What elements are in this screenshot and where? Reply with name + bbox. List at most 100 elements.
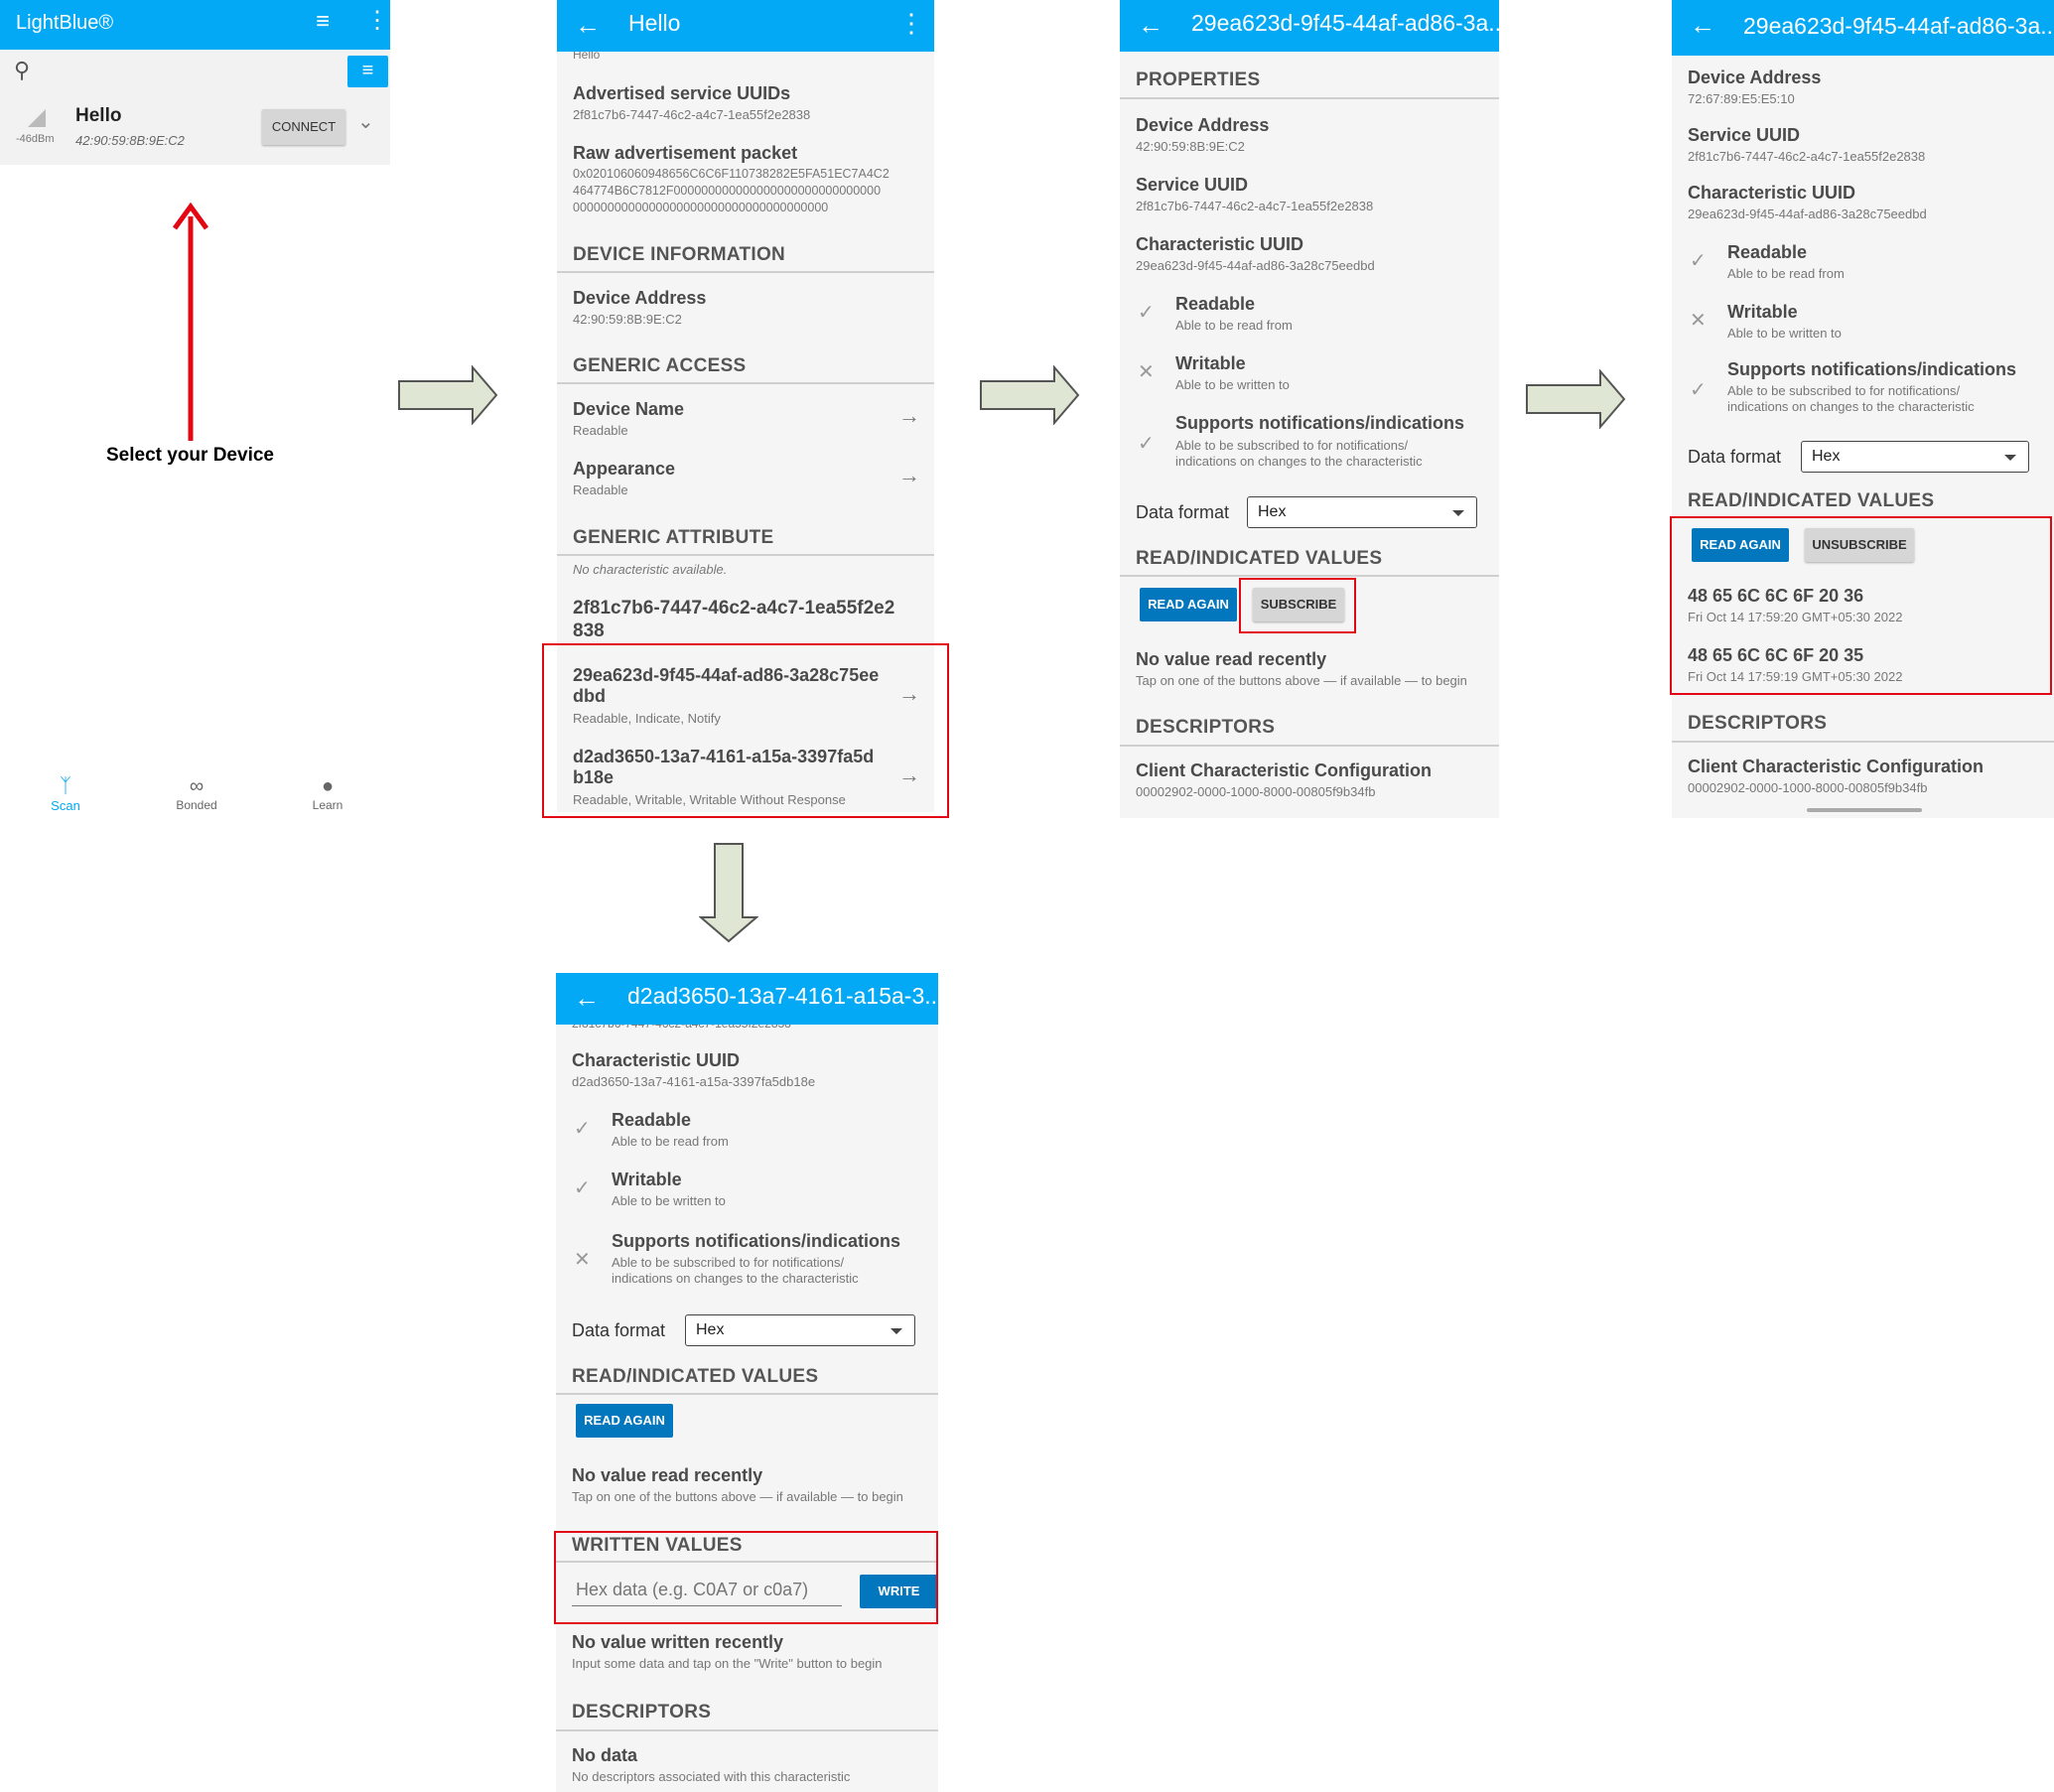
device-address-value: 42:90:59:8B:9E:C2 xyxy=(573,312,682,327)
characteristic-screen-3: 2f81c7b6-7447-46c2-a4c7-1ea55f2e2838 ← d… xyxy=(556,973,938,1792)
back-arrow-icon[interactable]: ← xyxy=(575,10,601,41)
search-icon[interactable]: ⚲ xyxy=(14,58,30,83)
device-address-value: 42:90:59:8B:9E:C2 xyxy=(1136,139,1245,154)
section-descriptors: DESCRIPTORS xyxy=(572,1702,712,1723)
back-arrow-icon[interactable]: ← xyxy=(574,983,600,1014)
flow-arrow-1 xyxy=(398,365,498,425)
characteristic-screen-2: ← 29ea623d-9f45-44af-ad86-3a... Device A… xyxy=(1672,0,2054,818)
readable-sub: Able to be read from xyxy=(612,1134,729,1149)
screen-title: d2ad3650-13a7-4161-a15a-3... xyxy=(627,983,938,1009)
highlight-characteristics xyxy=(542,643,949,818)
notifications-sub-1: Able to be subscribed to for notificatio… xyxy=(612,1255,845,1270)
writable-sub: Able to be written to xyxy=(1175,377,1290,392)
cccd-value: 00002902-0000-1000-8000-00805f9b34fb xyxy=(1136,784,1376,799)
back-arrow-icon[interactable]: ← xyxy=(1138,10,1164,41)
no-data-label: No data xyxy=(572,1745,638,1765)
no-written-label: No value written recently xyxy=(572,1632,784,1652)
data-format-value: Hex xyxy=(1258,503,1287,520)
writable-label: Writable xyxy=(612,1170,682,1189)
characteristic-screen-1: ← 29ea623d-9f45-44af-ad86-3a... PROPERTI… xyxy=(1120,0,1499,818)
nav-bonded[interactable]: ∞ Bonded xyxy=(167,775,226,812)
chevron-down-icon[interactable]: ⌄ xyxy=(357,109,374,134)
section-generic-attribute: GENERIC ATTRIBUTE xyxy=(573,527,774,548)
divider xyxy=(1120,745,1499,747)
data-format-select[interactable]: Hex xyxy=(685,1314,915,1346)
cross-icon: ✕ xyxy=(1690,310,1707,332)
section-generic-access: GENERIC ACCESS xyxy=(573,355,747,376)
appearance-row[interactable]: Appearance Readable → xyxy=(557,455,934,510)
writable-label: Writable xyxy=(1175,353,1246,373)
check-icon: ✓ xyxy=(1138,302,1155,324)
data-format-select[interactable]: Hex xyxy=(1247,496,1477,528)
check-icon: ✓ xyxy=(1690,379,1707,401)
more-icon[interactable]: ⋮ xyxy=(898,8,924,39)
app-bar: ← 29ea623d-9f45-44af-ad86-3a... xyxy=(1672,0,2054,56)
data-format-label: Data format xyxy=(1136,502,1230,522)
readable-sub: Able to be read from xyxy=(1175,318,1293,333)
service-uuid-line-2: 838 xyxy=(573,620,605,641)
no-characteristic-text: No characteristic available. xyxy=(573,562,728,577)
section-read-values: READ/INDICATED VALUES xyxy=(572,1366,819,1387)
notifications-sub-1: Able to be subscribed to for notificatio… xyxy=(1727,383,1961,398)
writable-label: Writable xyxy=(1727,302,1798,322)
appearance-sub: Readable xyxy=(573,482,628,497)
app-bar: ← d2ad3650-13a7-4161-a15a-3... xyxy=(556,973,938,1025)
sort-icon[interactable]: ≡ xyxy=(316,8,330,36)
device-name-row[interactable]: Device Name Readable → xyxy=(557,395,934,451)
device-rssi: -46dBm xyxy=(16,133,55,145)
raw-packet-line-1: 0x020106060948656C6C6F110738282E5FA51EC7… xyxy=(573,167,890,181)
divider xyxy=(1120,575,1499,577)
device-name: Hello xyxy=(75,105,122,126)
highlight-subscribe xyxy=(1239,578,1356,633)
device-name-label: Device Name xyxy=(573,399,685,419)
scroll-indicator xyxy=(1807,808,1922,812)
device-mac: 42:90:59:8B:9E:C2 xyxy=(75,133,185,148)
instruction-text: Select your Device xyxy=(106,445,274,466)
more-icon[interactable]: ⋮ xyxy=(365,6,389,35)
dropdown-caret-icon xyxy=(2004,455,2016,461)
pointer-arrow xyxy=(172,202,209,441)
filter-button[interactable]: ≡ xyxy=(347,56,388,87)
bottom-nav: ᛉ Scan ∞ Bonded ● Learn xyxy=(0,769,390,824)
bluetooth-icon: ᛉ xyxy=(60,775,71,797)
no-value-sub: Tap on one of the buttons above — if ava… xyxy=(572,1489,903,1504)
flow-arrow-3 xyxy=(1526,369,1626,429)
service-uuid-value: 2f81c7b6-7447-46c2-a4c7-1ea55f2e2838 xyxy=(1136,199,1374,213)
app-title: LightBlue® xyxy=(16,12,114,34)
bulb-icon: ● xyxy=(321,775,335,797)
nav-scan[interactable]: ᛉ Scan xyxy=(36,775,95,813)
section-descriptors: DESCRIPTORS xyxy=(1136,717,1276,738)
no-value-label: No value read recently xyxy=(572,1465,763,1485)
data-format-value: Hex xyxy=(696,1321,725,1338)
signal-icon xyxy=(28,109,46,127)
no-value-sub: Tap on one of the buttons above — if ava… xyxy=(1136,673,1467,688)
read-again-button[interactable]: READ AGAIN xyxy=(576,1404,673,1438)
appearance-label: Appearance xyxy=(573,459,676,479)
no-data-sub: No descriptors associated with this char… xyxy=(572,1769,851,1784)
flow-arrow-2 xyxy=(980,365,1080,425)
read-again-button[interactable]: READ AGAIN xyxy=(1140,588,1237,621)
arrow-right-icon: → xyxy=(898,463,920,487)
service-uuid-value: 2f81c7b6-7447-46c2-a4c7-1ea55f2e2838 xyxy=(1688,149,1926,164)
data-format-select[interactable]: Hex xyxy=(1801,441,2029,473)
cccd-value: 00002902-0000-1000-8000-00805f9b34fb xyxy=(1688,780,1928,795)
cross-icon: ✕ xyxy=(1138,361,1155,383)
dropdown-caret-icon xyxy=(1452,510,1464,516)
divider xyxy=(557,271,934,273)
app-bar: LightBlue® ≡ ⋮ xyxy=(0,0,390,50)
back-arrow-icon[interactable]: ← xyxy=(1690,10,1715,41)
device-row[interactable]: -46dBm Hello 42:90:59:8B:9E:C2 CONNECT ⌄ xyxy=(0,93,390,165)
nav-learn[interactable]: ● Learn xyxy=(298,775,357,812)
cross-icon: ✕ xyxy=(574,1249,591,1271)
scan-screen: LightBlue® ≡ ⋮ ⚲ ≡ -46dBm Hello 42:90:59… xyxy=(0,0,390,824)
notifications-label: Supports notifications/indications xyxy=(612,1231,901,1251)
divider xyxy=(557,554,934,556)
readable-label: Readable xyxy=(1727,242,1808,262)
cccd-label: Client Characteristic Configuration xyxy=(1136,760,1433,780)
search-bar: ⚲ ≡ xyxy=(0,50,390,93)
readable-label: Readable xyxy=(612,1110,692,1130)
characteristic-uuid-value: d2ad3650-13a7-4161-a15a-3397fa5db18e xyxy=(572,1074,816,1089)
connect-button[interactable]: CONNECT xyxy=(262,109,345,145)
dropdown-caret-icon xyxy=(890,1328,902,1334)
device-address-label: Device Address xyxy=(1136,115,1270,135)
